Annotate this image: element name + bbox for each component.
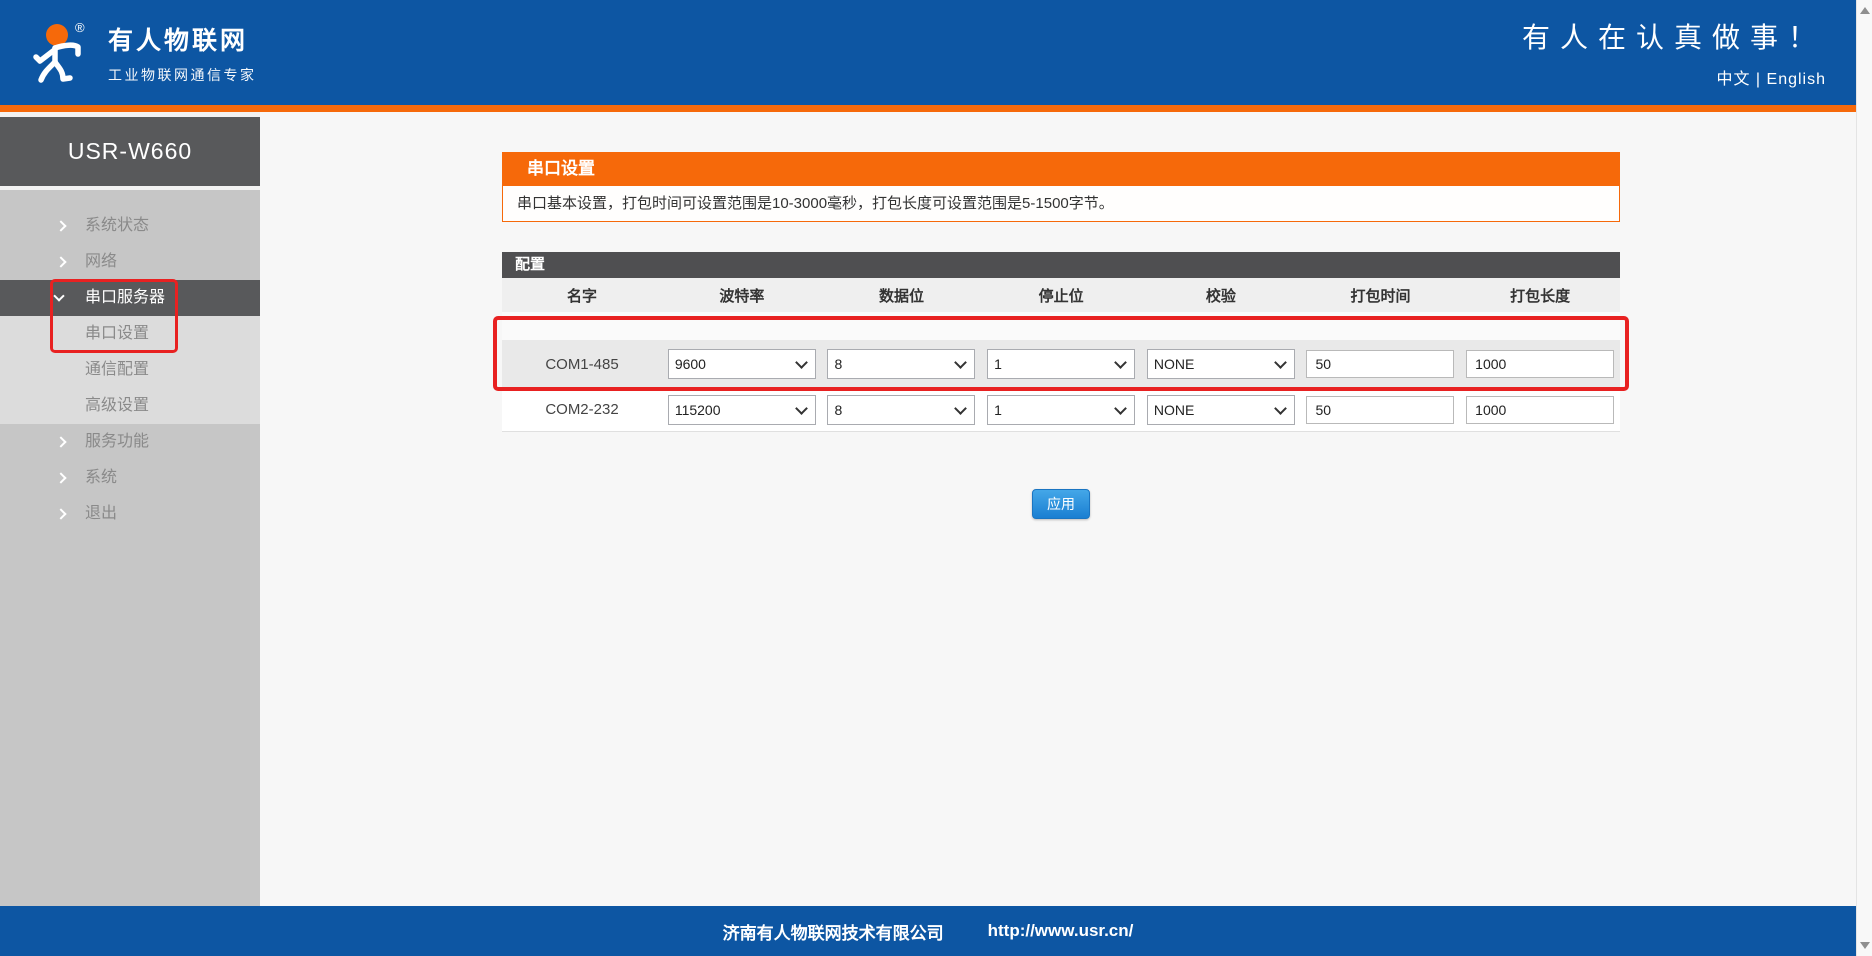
- chevron-right-icon: [55, 436, 66, 447]
- page-root: ® 有人物联网 工业物联网通信专家 有人在认真做事！ 中文 | English: [0, 0, 1872, 956]
- footer-company: 济南有人物联网技术有限公司: [723, 919, 944, 944]
- content-column: 串口设置 串口基本设置，打包时间可设置范围是10-3000毫秒，打包长度可设置范…: [502, 152, 1620, 519]
- top-header: ® 有人物联网 工业物联网通信专家 有人在认真做事！ 中文 | English: [0, 0, 1856, 105]
- com1-stopbits-select[interactable]: 1: [987, 349, 1135, 379]
- lang-divider: |: [1756, 71, 1761, 88]
- col-header-name: 名字: [502, 285, 662, 306]
- com2-baud-select[interactable]: 115200: [668, 395, 816, 425]
- lang-zh-link[interactable]: 中文: [1716, 71, 1750, 88]
- sidebar-menu: 系统状态 网络 串口服务器 串口设置 通信配置 高级设置 服务功能: [0, 190, 260, 906]
- col-header-packlength: 打包长度: [1460, 285, 1620, 306]
- sidebar-item-system[interactable]: 系统: [0, 460, 260, 496]
- table-spacer-row: [502, 312, 1620, 340]
- section-title-bar: 串口设置: [502, 152, 1620, 185]
- com1-parity-select[interactable]: NONE: [1147, 349, 1295, 379]
- com1-baud-select[interactable]: 9600: [668, 349, 816, 379]
- sidebar-item-label: 系统: [85, 469, 117, 486]
- sidebar-item-network[interactable]: 网络: [0, 244, 260, 280]
- com1-packtime-input[interactable]: [1306, 350, 1454, 378]
- com1-packlength-input[interactable]: [1466, 350, 1614, 378]
- config-panel: 配置 名字 波特率 数据位 停止位 校验 打包时间 打包长度 COM1-485 …: [502, 252, 1620, 432]
- registered-mark-icon: ®: [75, 20, 85, 35]
- brand-area: ® 有人物联网 工业物联网通信专家: [28, 20, 257, 86]
- sidebar-item-advanced-settings[interactable]: 高级设置: [0, 388, 260, 424]
- stopbits-select-wrap: 1: [987, 395, 1135, 425]
- config-title-bar: 配置: [502, 252, 1620, 278]
- button-row: 应用: [502, 489, 1620, 519]
- col-header-databits: 数据位: [822, 285, 982, 306]
- chevron-right-icon: [55, 256, 66, 267]
- baud-select-wrap: 9600: [668, 349, 816, 379]
- baud-select-wrap: 115200: [668, 395, 816, 425]
- col-header-stopbits: 停止位: [981, 285, 1141, 306]
- com2-packlength-input[interactable]: [1466, 396, 1614, 424]
- brand-tagline: 工业物联网通信专家: [108, 65, 257, 85]
- com2-stopbits-select[interactable]: 1: [987, 395, 1135, 425]
- language-switcher: 中文 | English: [1522, 65, 1826, 89]
- col-header-baud: 波特率: [662, 285, 822, 306]
- table-row-com2: COM2-232 115200 8 1: [502, 388, 1620, 432]
- brand-title: 有人物联网: [108, 21, 257, 57]
- com2-parity-select[interactable]: NONE: [1147, 395, 1295, 425]
- brand-text: 有人物联网 工业物联网通信专家: [108, 21, 257, 85]
- section-description: 串口基本设置，打包时间可设置范围是10-3000毫秒，打包长度可设置范围是5-1…: [502, 185, 1620, 222]
- col-header-packtime: 打包时间: [1301, 285, 1461, 306]
- sidebar-item-label: 网络: [85, 253, 117, 270]
- port-name-label: COM1-485: [502, 356, 662, 373]
- sidebar-item-label: 服务功能: [85, 433, 149, 450]
- databits-select-wrap: 8: [827, 349, 975, 379]
- com1-databits-select[interactable]: 8: [827, 349, 975, 379]
- col-header-parity: 校验: [1141, 285, 1301, 306]
- parity-select-wrap: NONE: [1147, 349, 1295, 379]
- parity-select-wrap: NONE: [1147, 395, 1295, 425]
- main-area: 串口设置 串口基本设置，打包时间可设置范围是10-3000毫秒，打包长度可设置范…: [260, 112, 1856, 906]
- sidebar-item-comm-config[interactable]: 通信配置: [0, 352, 260, 388]
- scroll-up-icon[interactable]: [1860, 7, 1870, 14]
- sidebar-item-serial-settings[interactable]: 串口设置: [0, 316, 260, 352]
- sidebar-item-label: 高级设置: [85, 397, 149, 414]
- chevron-right-icon: [55, 472, 66, 483]
- footer: 济南有人物联网技术有限公司 http://www.usr.cn/: [0, 906, 1856, 956]
- sidebar-item-logout[interactable]: 退出: [0, 496, 260, 532]
- sidebar-item-label: 串口服务器: [85, 289, 165, 306]
- port-name-label: COM2-232: [502, 401, 662, 418]
- device-name: USR-W660: [0, 117, 260, 186]
- sidebar-item-label: 串口设置: [85, 325, 149, 342]
- chevron-right-icon: [55, 508, 66, 519]
- sidebar-item-label: 通信配置: [85, 361, 149, 378]
- header-accent-stripe: [0, 105, 1856, 112]
- sidebar-item-system-status[interactable]: 系统状态: [0, 208, 260, 244]
- table-header-row: 名字 波特率 数据位 停止位 校验 打包时间 打包长度: [502, 278, 1620, 312]
- sidebar-item-service-functions[interactable]: 服务功能: [0, 424, 260, 460]
- footer-url[interactable]: http://www.usr.cn/: [988, 921, 1134, 941]
- stopbits-select-wrap: 1: [987, 349, 1135, 379]
- usr-logo-icon: ®: [28, 20, 92, 86]
- sidebar-item-serial-server[interactable]: 串口服务器: [0, 280, 260, 316]
- databits-select-wrap: 8: [827, 395, 975, 425]
- header-right: 有人在认真做事！ 中文 | English: [1522, 16, 1826, 89]
- chevron-down-icon: [53, 290, 64, 301]
- chevron-right-icon: [55, 220, 66, 231]
- scroll-down-icon[interactable]: [1860, 942, 1870, 949]
- com2-packtime-input[interactable]: [1306, 396, 1454, 424]
- sidebar-item-label: 退出: [85, 505, 117, 522]
- sidebar: USR-W660 系统状态 网络 串口服务器 串口设置 通信配置 高级设置: [0, 112, 260, 906]
- sidebar-item-label: 系统状态: [85, 217, 149, 234]
- com2-databits-select[interactable]: 8: [827, 395, 975, 425]
- lang-en-link[interactable]: English: [1767, 71, 1826, 88]
- apply-button[interactable]: 应用: [1032, 489, 1090, 519]
- table-row-com1: COM1-485 9600 8 1: [502, 340, 1620, 388]
- header-slogan: 有人在认真做事！: [1522, 16, 1826, 56]
- scrollbar[interactable]: [1856, 0, 1872, 956]
